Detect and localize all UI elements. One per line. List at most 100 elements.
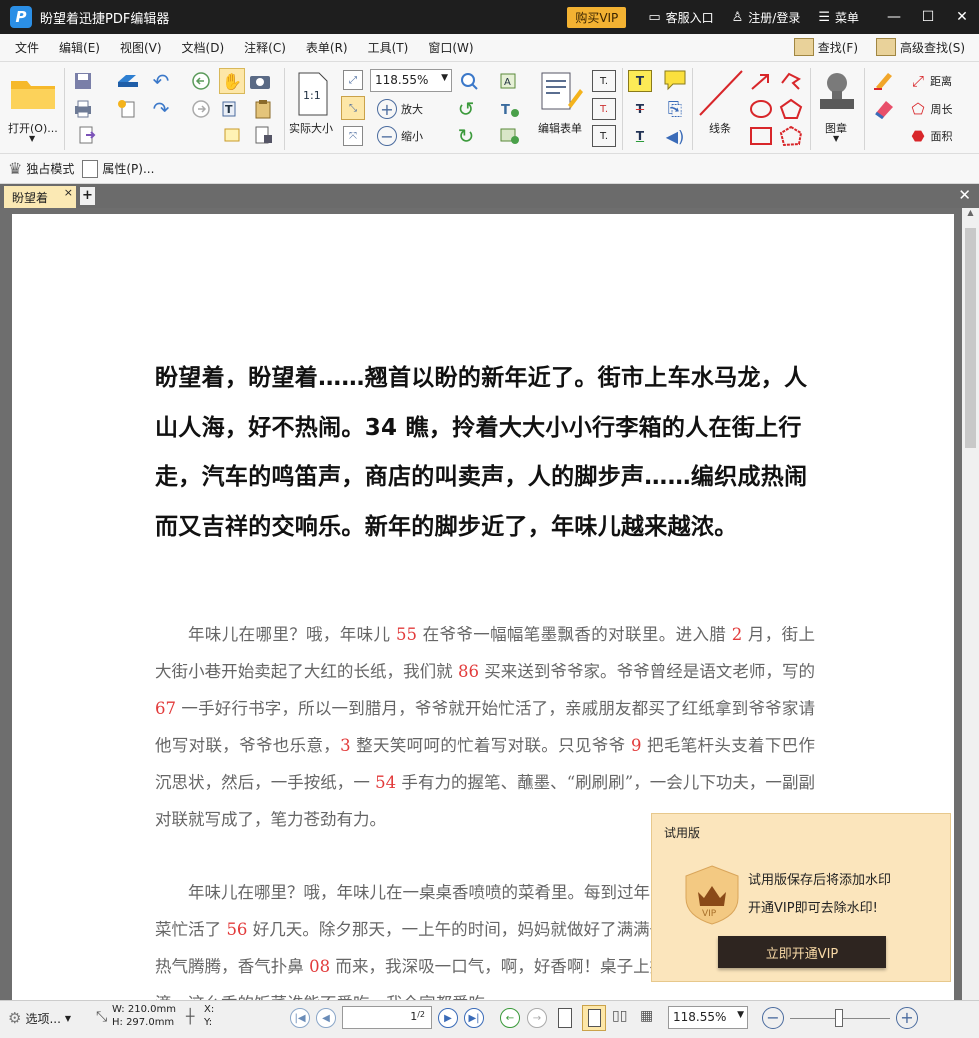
minimize-button[interactable]: — [877,9,911,25]
menu-edit[interactable]: 编辑(E) [52,39,107,56]
arrow-icon[interactable] [748,70,774,92]
circle-icon[interactable] [748,98,774,120]
form-text-box-icon[interactable]: T. [592,98,616,120]
menu-form[interactable]: 表单(R) [299,39,355,56]
page-number-input[interactable]: 1/2 [342,1006,432,1029]
close-all-icon[interactable]: ✕ [958,186,971,204]
new-doc-icon[interactable] [108,98,148,120]
camera-icon[interactable] [248,70,272,92]
polyline-icon[interactable] [778,70,804,92]
edit-form-button[interactable] [537,70,585,114]
add-text-icon[interactable]: T [495,98,525,120]
forward-icon[interactable] [190,98,212,120]
menu-button[interactable]: ☰ 菜单 [818,9,859,26]
fit-width-icon[interactable]: ⤢ [343,70,363,90]
status-zoom-in-icon[interactable]: + [896,1007,918,1029]
pencil-icon[interactable] [870,68,898,92]
next-page-button[interactable]: ▶ [438,1008,458,1028]
zoom-select[interactable]: 118.55% ▼ [370,69,452,92]
distance-button[interactable]: ⤢ 距离 [900,70,964,92]
scan-icon[interactable] [108,70,148,92]
search-button[interactable]: 查找(F) [793,38,858,56]
crop-icon[interactable] [219,124,245,146]
fit-page-icon[interactable]: ⤡ [341,96,365,120]
form-text-field-icon[interactable]: T. [592,70,616,92]
scroll-up-icon[interactable]: ▲ [962,208,979,217]
perimeter-button[interactable]: ⬠ 周长 [900,98,964,120]
single-page-icon[interactable] [558,1008,572,1028]
print-icon[interactable] [72,98,94,120]
history-forward-button[interactable]: → [527,1008,547,1028]
last-page-button[interactable]: ▶| [464,1008,484,1028]
text-select-icon[interactable]: T [219,98,245,120]
exclusive-mode-button[interactable]: ♛ 独占模式 [8,159,74,178]
add-image-icon[interactable] [495,125,525,147]
properties-button[interactable]: 属性(P)... [82,159,154,178]
status-zoom-value: 118.55% [673,1010,727,1024]
crown-icon: ♛ [8,159,23,178]
menu-file[interactable]: 文件 [8,39,46,56]
actual-size-button[interactable]: 1:1 [294,70,332,118]
eraser-icon[interactable] [870,96,898,120]
highlight-text-icon[interactable]: T [628,70,652,92]
actual-size-label: 实际大小 [289,122,333,135]
back-icon[interactable] [190,70,212,92]
rotate-right-icon[interactable]: ↻ [455,124,477,148]
zoom-out-button[interactable]: − 缩小 [370,125,430,147]
facing-pages-icon[interactable]: ▯▯ [612,1008,627,1024]
first-page-button[interactable]: |◀ [290,1008,310,1028]
strikeout-icon[interactable]: T [628,98,652,120]
open-dropdown-icon[interactable]: ▼ [29,134,35,143]
attachment-icon[interactable]: ⎘ [662,98,688,120]
menu-comment[interactable]: 注释(C) [237,39,293,56]
undo-icon[interactable]: ↶ [150,69,172,93]
menu-window[interactable]: 窗口(W) [421,39,480,56]
page-tools-icon[interactable] [248,124,278,146]
stamp-button[interactable] [815,68,859,116]
activate-vip-button[interactable]: 立即开通VIP [718,936,886,968]
area-button[interactable]: ⬣ 面积 [900,125,964,147]
fit-visible-icon[interactable]: ⤧ [343,126,363,146]
line-button[interactable] [697,68,745,118]
tab-document[interactable]: 盼望着 × [4,186,76,208]
form-list-icon[interactable]: T. [592,125,616,147]
stamp-dropdown-icon[interactable]: ▼ [833,134,839,143]
menu-document[interactable]: 文档(D) [175,39,232,56]
history-back-button[interactable]: ← [500,1008,520,1028]
text-box-icon[interactable]: A [495,70,525,92]
rotate-left-icon[interactable]: ↺ [455,97,477,121]
open-button[interactable] [8,72,58,112]
paste-icon[interactable] [248,98,278,120]
login-button[interactable]: ♙ 注册/登录 [732,9,801,26]
magnifier-icon[interactable] [455,70,485,92]
status-zoom-out-icon[interactable]: − [762,1007,784,1029]
menu-view[interactable]: 视图(V) [113,39,169,56]
underline-icon[interactable]: T [628,125,652,147]
maximize-button[interactable]: ☐ [911,9,945,25]
redo-icon[interactable]: ↷ [150,97,172,121]
status-zoom-select[interactable]: 118.55% ▼ [668,1006,748,1029]
prev-page-button[interactable]: ◀ [316,1008,336,1028]
hand-icon[interactable]: ✋ [219,68,245,94]
menu-tools[interactable]: 工具(T) [361,39,416,56]
save-icon[interactable] [72,70,94,92]
close-tab-icon[interactable]: × [64,186,73,199]
sound-icon[interactable]: ◀) [662,125,688,147]
continuous-facing-icon[interactable]: ▦ [640,1008,653,1024]
rectangle-icon[interactable] [748,125,774,147]
zoom-in-button[interactable]: + 放大 [370,98,430,120]
add-tab-button[interactable]: + [80,187,95,205]
polygon-icon[interactable] [778,98,804,120]
cloud-icon[interactable] [778,125,804,147]
note-icon[interactable] [662,68,688,92]
vertical-scrollbar[interactable]: ▲ [962,208,979,1000]
scroll-thumb[interactable] [965,228,976,448]
close-button[interactable]: ✕ [945,9,979,25]
advanced-search-button[interactable]: 高级查找(S) [876,38,965,56]
export-icon[interactable] [72,124,102,146]
continuous-page-icon[interactable] [582,1005,606,1031]
zoom-slider-thumb[interactable] [835,1009,843,1027]
support-button[interactable]: ▭ 客服入口 [648,9,713,26]
options-button[interactable]: ⚙ 选项... ▼ [8,1009,71,1027]
buy-vip-button[interactable]: 购买VIP [567,6,627,28]
